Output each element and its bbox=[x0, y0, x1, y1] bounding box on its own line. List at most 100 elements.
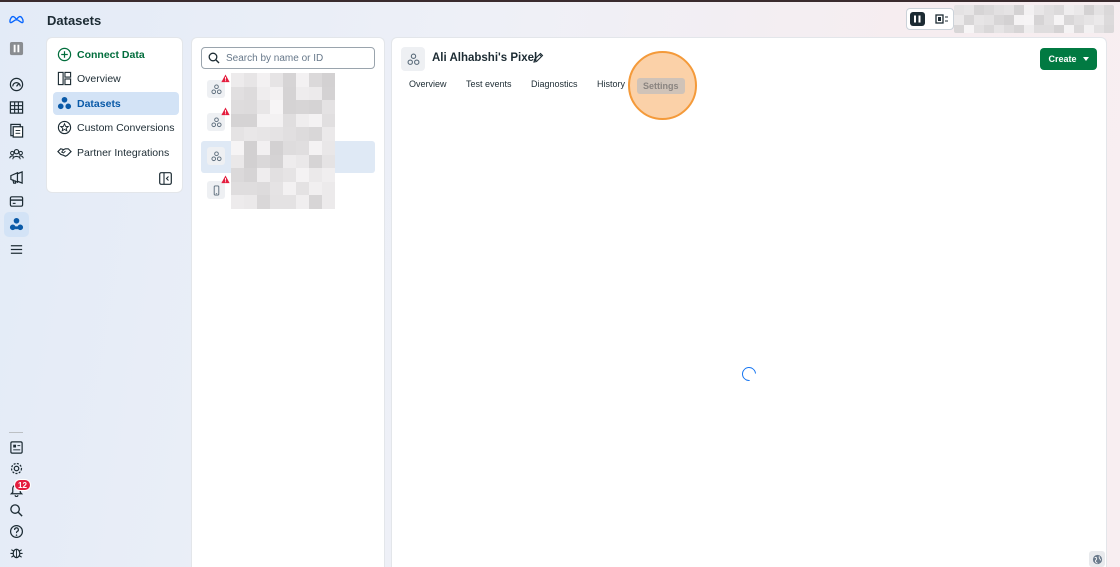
redaction-pixel bbox=[1094, 15, 1104, 25]
redaction-pixel bbox=[1044, 15, 1054, 25]
redaction-pixel bbox=[257, 140, 270, 155]
redaction-pixel bbox=[1084, 5, 1094, 15]
redaction-pixel bbox=[283, 154, 296, 169]
edit-pencil-icon[interactable] bbox=[532, 52, 544, 64]
events-manager-nav: Connect Data Overview Datasets Custom Co… bbox=[46, 37, 183, 193]
search-icon[interactable] bbox=[7, 501, 25, 519]
redaction-pixel bbox=[322, 113, 335, 128]
redaction-pixel bbox=[309, 168, 322, 182]
nav-item-partner-integrations[interactable]: Partner Integrations bbox=[53, 141, 179, 164]
bug-icon[interactable] bbox=[7, 543, 25, 561]
redaction-pixel bbox=[270, 73, 283, 87]
notification-count-badge: 12 bbox=[14, 479, 31, 491]
events-manager-icon[interactable] bbox=[7, 215, 25, 233]
redaction-pixel bbox=[270, 100, 283, 114]
left-rail: 12 bbox=[0, 2, 33, 567]
redaction-pixel bbox=[1104, 25, 1114, 33]
redaction-pixel bbox=[322, 73, 335, 87]
view-toggle[interactable] bbox=[906, 8, 954, 30]
report-icon[interactable] bbox=[7, 438, 25, 456]
help-icon[interactable] bbox=[7, 522, 25, 540]
create-button[interactable]: Create bbox=[1040, 48, 1097, 70]
nav-item-overview[interactable]: Overview bbox=[53, 67, 179, 90]
redaction-pixel bbox=[954, 5, 964, 15]
redaction-pixel bbox=[257, 73, 270, 87]
table-icon[interactable] bbox=[7, 98, 25, 116]
tab-settings[interactable]: Settings bbox=[637, 78, 685, 94]
redaction-pixel bbox=[244, 113, 257, 128]
redaction-pixel bbox=[322, 86, 335, 101]
account-switcher-redacted[interactable] bbox=[954, 5, 1114, 33]
redaction-pixel bbox=[974, 5, 984, 15]
redaction-pixel bbox=[296, 168, 309, 182]
megaphone-icon[interactable] bbox=[7, 168, 25, 186]
plus-circle-icon bbox=[57, 47, 72, 62]
redaction-pixel bbox=[1014, 15, 1024, 25]
redaction-pixel bbox=[257, 86, 270, 101]
nav-item-label: Datasets bbox=[77, 97, 121, 110]
redaction-pixel bbox=[283, 100, 296, 114]
redaction-pixel bbox=[296, 140, 309, 155]
nav-item-datasets[interactable]: Datasets bbox=[53, 92, 179, 115]
tab-test-events[interactable]: Test events bbox=[466, 79, 512, 89]
redaction-pixel bbox=[283, 195, 296, 209]
redaction-pixel bbox=[1014, 5, 1024, 15]
redaction-pixel bbox=[1024, 5, 1034, 15]
redaction-pixel bbox=[984, 25, 994, 33]
dataset-search[interactable] bbox=[201, 47, 375, 69]
redaction-pixel bbox=[1044, 5, 1054, 15]
billing-icon[interactable] bbox=[7, 192, 25, 210]
redaction-pixel bbox=[231, 127, 244, 141]
collapse-panel-icon[interactable] bbox=[159, 172, 172, 185]
pixel-icon bbox=[401, 47, 425, 71]
redaction-pixel bbox=[1084, 15, 1094, 25]
redaction-pixel bbox=[1054, 5, 1064, 15]
redaction-pixel bbox=[231, 168, 244, 182]
gauge-icon[interactable] bbox=[7, 75, 25, 93]
redaction-pixel bbox=[954, 15, 964, 25]
redaction-pixel bbox=[244, 73, 257, 87]
search-icon bbox=[208, 52, 220, 64]
redaction-pixel bbox=[322, 100, 335, 114]
nav-item-custom-conversions[interactable]: Custom Conversions bbox=[53, 116, 179, 139]
redaction-pixel bbox=[283, 86, 296, 101]
pages-icon[interactable] bbox=[7, 121, 25, 139]
redaction-pixel bbox=[1054, 15, 1064, 25]
warning-icon bbox=[221, 107, 230, 116]
pixel-icon bbox=[207, 147, 225, 165]
redaction-pixel bbox=[322, 154, 335, 169]
list-view-icon[interactable] bbox=[935, 13, 949, 25]
redaction-pixel bbox=[231, 113, 244, 128]
redaction-pixel bbox=[283, 113, 296, 128]
audience-icon[interactable] bbox=[7, 145, 25, 163]
menu-icon[interactable] bbox=[7, 240, 25, 258]
redaction-pixel bbox=[283, 181, 296, 196]
redaction-pixel bbox=[257, 100, 270, 114]
search-input[interactable] bbox=[226, 52, 366, 64]
meta-logo-icon[interactable] bbox=[6, 10, 26, 28]
redaction-pixel bbox=[309, 195, 322, 209]
tab-diagnostics[interactable]: Diagnostics bbox=[531, 79, 578, 89]
redaction-pixel bbox=[270, 86, 283, 101]
grid-view-icon[interactable] bbox=[910, 12, 925, 26]
gear-icon[interactable] bbox=[7, 459, 25, 477]
redaction-pixel bbox=[244, 154, 257, 169]
redaction-pixel bbox=[964, 15, 974, 25]
redaction-pixel bbox=[231, 100, 244, 114]
tab-history[interactable]: History bbox=[597, 79, 625, 89]
tab-overview[interactable]: Overview bbox=[409, 79, 447, 89]
redaction-pixel bbox=[283, 140, 296, 155]
help-globe-button[interactable] bbox=[1089, 551, 1105, 567]
account-icon[interactable] bbox=[7, 39, 25, 57]
redaction-pixel bbox=[309, 73, 322, 87]
redaction-pixel bbox=[231, 73, 244, 87]
nav-item-label: Partner Integrations bbox=[77, 146, 170, 159]
dataset-detail-panel: Ali Alhabshi's Pixel Overview Test event… bbox=[391, 37, 1107, 567]
redaction-pixel bbox=[1074, 5, 1084, 15]
star-badge-icon bbox=[57, 120, 72, 135]
redaction-pixel bbox=[954, 25, 964, 33]
connect-data-button[interactable]: Connect Data bbox=[53, 43, 179, 66]
redaction-pixel bbox=[309, 154, 322, 169]
redaction-pixel bbox=[309, 113, 322, 128]
redaction-pixel bbox=[1024, 15, 1034, 25]
